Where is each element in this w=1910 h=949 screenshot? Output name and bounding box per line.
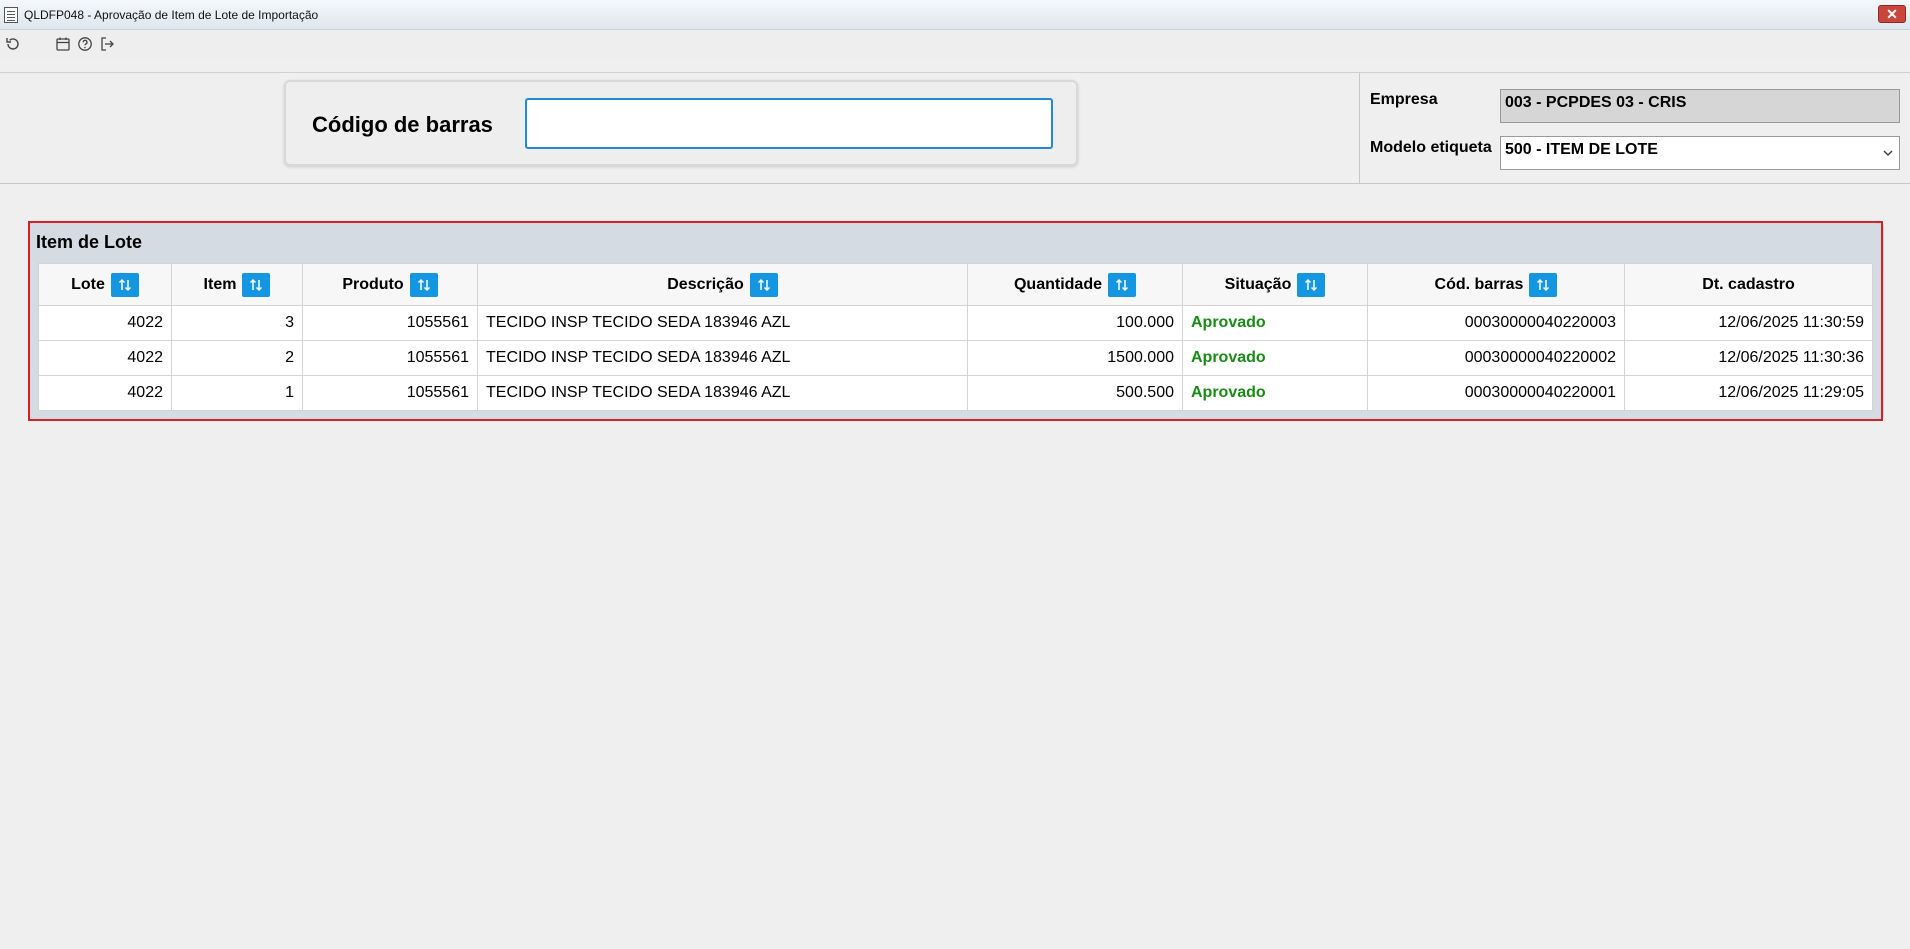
cell-lote: 4022 (38, 340, 172, 376)
cell-item: 2 (171, 340, 303, 376)
toolbar (0, 30, 1910, 58)
header-divider (1359, 73, 1360, 184)
sort-produto-button[interactable] (409, 272, 438, 297)
cell-dt-cadastro: 12/06/2025 11:30:59 (1624, 305, 1873, 341)
cell-produto: 1055561 (302, 375, 478, 411)
cell-produto: 1055561 (302, 305, 478, 341)
cell-quantidade: 1500.000 (967, 340, 1183, 376)
sort-icon (757, 278, 770, 291)
cell-quantidade: 500.500 (967, 375, 1183, 411)
table-row[interactable]: 4022 3 1055561 TECIDO INSP TECIDO SEDA 1… (38, 305, 1873, 341)
help-icon[interactable] (74, 33, 96, 55)
header-area: Código de barras Empresa 003 - PCPDES 03… (0, 72, 1910, 184)
empresa-label: Empresa (1370, 91, 1438, 108)
sort-icon (1537, 278, 1550, 291)
column-header-quantidade: Quantidade (967, 263, 1183, 306)
column-header-cod-barras: Cód. barras (1367, 263, 1625, 306)
table-row[interactable]: 4022 1 1055561 TECIDO INSP TECIDO SEDA 1… (38, 375, 1873, 411)
sort-cod-barras-button[interactable] (1529, 272, 1558, 297)
table-header-row: Lote Item Produto Descrição Quantidade S… (38, 263, 1873, 306)
item-de-lote-table: Lote Item Produto Descrição Quantidade S… (38, 263, 1873, 411)
cell-descricao: TECIDO INSP TECIDO SEDA 183946 AZL (477, 305, 968, 341)
modelo-etiqueta-label: Modelo etiqueta (1370, 139, 1492, 156)
cell-descricao: TECIDO INSP TECIDO SEDA 183946 AZL (477, 375, 968, 411)
cell-cod-barras: 00030000040220001 (1367, 375, 1625, 411)
sort-icon (417, 278, 430, 291)
cell-item: 3 (171, 305, 303, 341)
sort-descricao-button[interactable] (749, 272, 778, 297)
chevron-down-icon (1883, 150, 1893, 156)
sort-icon (250, 278, 263, 291)
cell-cod-barras: 00030000040220003 (1367, 305, 1625, 341)
close-button[interactable]: ✕ (1878, 5, 1906, 23)
cell-lote: 4022 (38, 375, 172, 411)
panel-title: Item de Lote (36, 232, 143, 252)
column-header-dt-cadastro: Dt. cadastro (1624, 263, 1873, 306)
sort-icon (1305, 278, 1318, 291)
cell-item: 1 (171, 375, 303, 411)
column-header-descricao: Descrição (477, 263, 968, 306)
empresa-field: 003 - PCPDES 03 - CRIS (1500, 89, 1900, 123)
cell-descricao: TECIDO INSP TECIDO SEDA 183946 AZL (477, 340, 968, 376)
title-bar: QLDFP048 - Aprovação de Item de Lote de … (0, 0, 1910, 30)
calendar-icon[interactable] (52, 33, 74, 55)
sort-lote-button[interactable] (110, 272, 139, 297)
column-header-item: Item (171, 263, 303, 306)
cell-situacao: Aprovado (1182, 340, 1368, 376)
table-row[interactable]: 4022 2 1055561 TECIDO INSP TECIDO SEDA 1… (38, 340, 1873, 376)
barcode-box: Código de barras (284, 80, 1078, 166)
cell-quantidade: 100.000 (967, 305, 1183, 341)
window-title: QLDFP048 - Aprovação de Item de Lote de … (24, 7, 319, 22)
sort-item-button[interactable] (242, 272, 271, 297)
column-header-lote: Lote (38, 263, 172, 306)
sort-icon (1115, 278, 1129, 291)
exit-icon[interactable] (96, 33, 118, 55)
column-header-situacao: Situação (1182, 263, 1368, 306)
cell-cod-barras: 00030000040220002 (1367, 340, 1625, 376)
sort-situacao-button[interactable] (1297, 272, 1326, 297)
modelo-etiqueta-value: 500 - ITEM DE LOTE (1505, 141, 1658, 158)
sort-icon (118, 278, 131, 291)
cell-dt-cadastro: 12/06/2025 11:29:05 (1624, 375, 1873, 411)
item-de-lote-panel: Item de Lote Lote Item Produto Descrição… (28, 221, 1883, 421)
cell-lote: 4022 (38, 305, 172, 341)
cell-produto: 1055561 (302, 340, 478, 376)
cell-situacao: Aprovado (1182, 305, 1368, 341)
column-header-produto: Produto (302, 263, 478, 306)
app-document-icon (4, 6, 18, 23)
refresh-icon[interactable] (2, 33, 24, 55)
barcode-label: Código de barras (312, 112, 493, 137)
cell-dt-cadastro: 12/06/2025 11:30:36 (1624, 340, 1873, 376)
barcode-input[interactable] (525, 98, 1053, 149)
sort-quantidade-button[interactable] (1108, 272, 1136, 297)
modelo-etiqueta-select[interactable]: 500 - ITEM DE LOTE (1500, 136, 1900, 170)
cell-situacao: Aprovado (1182, 375, 1368, 411)
